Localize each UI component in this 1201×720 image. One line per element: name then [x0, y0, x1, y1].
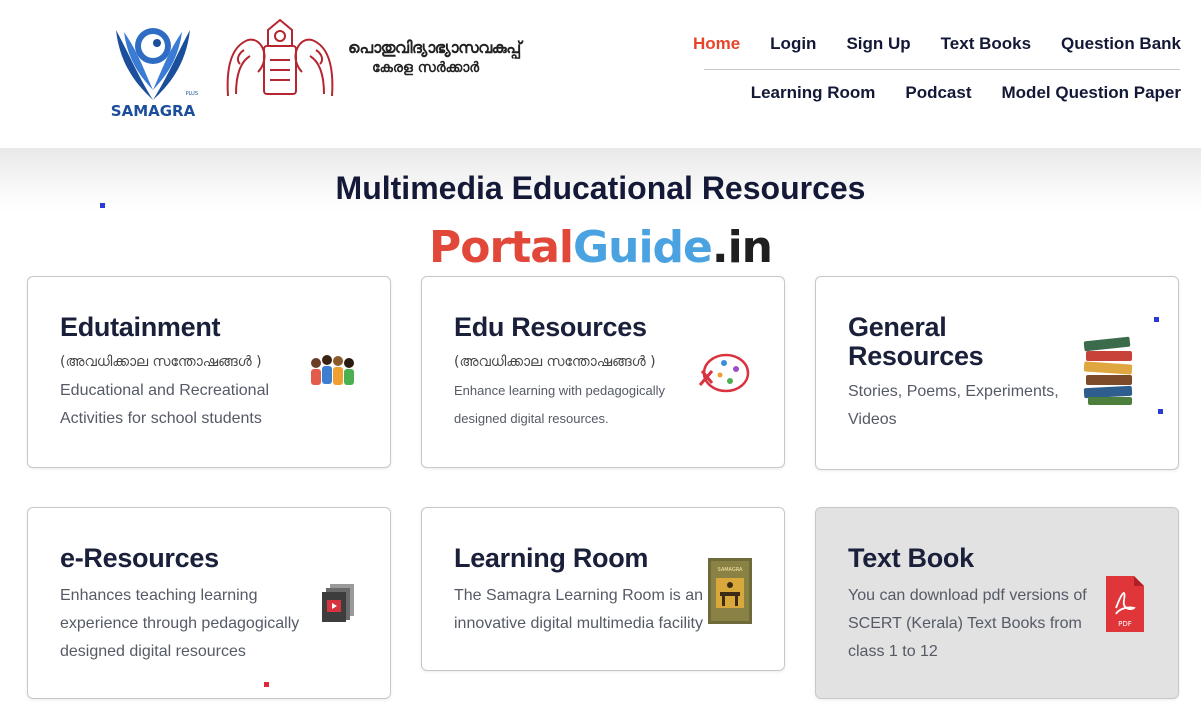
card-description: Stories, Poems, Experiments, Videos [848, 383, 1059, 428]
card-title: e-Resources [60, 543, 219, 573]
decorative-dot [1158, 409, 1163, 414]
science-atom-icon [698, 353, 750, 393]
department-line-1: പൊതുവിദ്യാഭ്യാസവകുപ്പ് [348, 38, 521, 57]
nav-learning-room[interactable]: Learning Room [751, 83, 876, 103]
card-learning-room[interactable]: Learning Room The Samagra Learning Room … [421, 507, 785, 671]
logo-tagline: PLUS [186, 91, 198, 97]
watermark-part-2: Guide [573, 222, 713, 273]
page-title: Multimedia Educational Resources [335, 170, 866, 206]
children-group-icon [311, 355, 354, 385]
card-subtitle: (അവധിക്കാല സന്തോഷങ്ങൾ ) [454, 354, 656, 370]
watermark-part-3: .in [711, 222, 773, 273]
nav-divider [704, 69, 1180, 70]
learning-room-book-icon: SAMAGRA [708, 558, 752, 624]
card-description: Educational and Recreational Activities f… [60, 382, 270, 427]
card-title: General Resources [848, 312, 984, 371]
secondary-nav: Learning Room Podcast Model Question Pap… [751, 83, 1181, 103]
card-description: The Samagra Learning Room is an innovativ… [454, 587, 704, 632]
card-title: Learning Room [454, 543, 649, 573]
logo-text: SAMAGRA [111, 102, 196, 120]
nav-question-bank[interactable]: Question Bank [1061, 34, 1181, 54]
portalguide-watermark: PortalGuide.in [0, 222, 1201, 273]
card-e-resources[interactable]: e-Resources Enhances teaching learning ex… [27, 507, 391, 699]
decorative-dot [1154, 317, 1159, 322]
book-label: SAMAGRA [718, 567, 743, 573]
card-edutainment[interactable]: Edutainment (അവധിക്കാല സന്തോഷങ്ങൾ ) Educ… [27, 276, 391, 468]
nav-text-books[interactable]: Text Books [941, 34, 1031, 54]
pdf-file-icon: PDF [1106, 576, 1144, 632]
card-description: You can download pdf versions of SCERT (K… [848, 587, 1087, 660]
card-title: Text Book [848, 543, 974, 573]
decorative-dot [264, 682, 269, 687]
nav-home[interactable]: Home [693, 34, 740, 54]
site-header: PLUS SAMAGRA പൊതുവിദ്യാഭ്യാസവകുപ്പ് കേരള… [0, 0, 1201, 148]
nav-model-question-paper[interactable]: Model Question Paper [1002, 83, 1181, 103]
video-file-icon [322, 584, 354, 622]
nav-login[interactable]: Login [770, 34, 816, 54]
nav-sign-up[interactable]: Sign Up [846, 34, 910, 54]
card-general-resources[interactable]: General Resources Stories, Poems, Experim… [815, 276, 1179, 470]
card-title: Edutainment [60, 312, 221, 342]
department-name: പൊതുവിദ്യാഭ്യാസവകുപ്പ് കേരള സർക്കാർ [348, 38, 528, 76]
decorative-dot [100, 203, 105, 208]
card-subtitle: (അവധിക്കാല സന്തോഷങ്ങൾ ) [60, 354, 262, 370]
card-title: Edu Resources [454, 312, 647, 342]
card-text-book[interactable]: Text Book You can download pdf versions … [815, 507, 1179, 699]
card-description: Enhances teaching learning experience thr… [60, 587, 300, 660]
watermark-part-1: Portal [429, 222, 574, 273]
card-edu-resources[interactable]: Edu Resources (അവധിക്കാല സന്തോഷങ്ങൾ ) En… [421, 276, 785, 468]
primary-nav: Home Login Sign Up Text Books Question B… [693, 34, 1181, 54]
pdf-label: PDF [1118, 620, 1132, 628]
card-description: Enhance learning with pedagogically desig… [454, 383, 666, 426]
book-stack-icon [1083, 336, 1133, 405]
kerala-emblem-icon [226, 18, 334, 97]
nav-podcast[interactable]: Podcast [905, 83, 971, 103]
department-line-2: കേരള സർക്കാർ [372, 60, 480, 76]
samagra-logo[interactable]: PLUS SAMAGRA [98, 16, 208, 124]
